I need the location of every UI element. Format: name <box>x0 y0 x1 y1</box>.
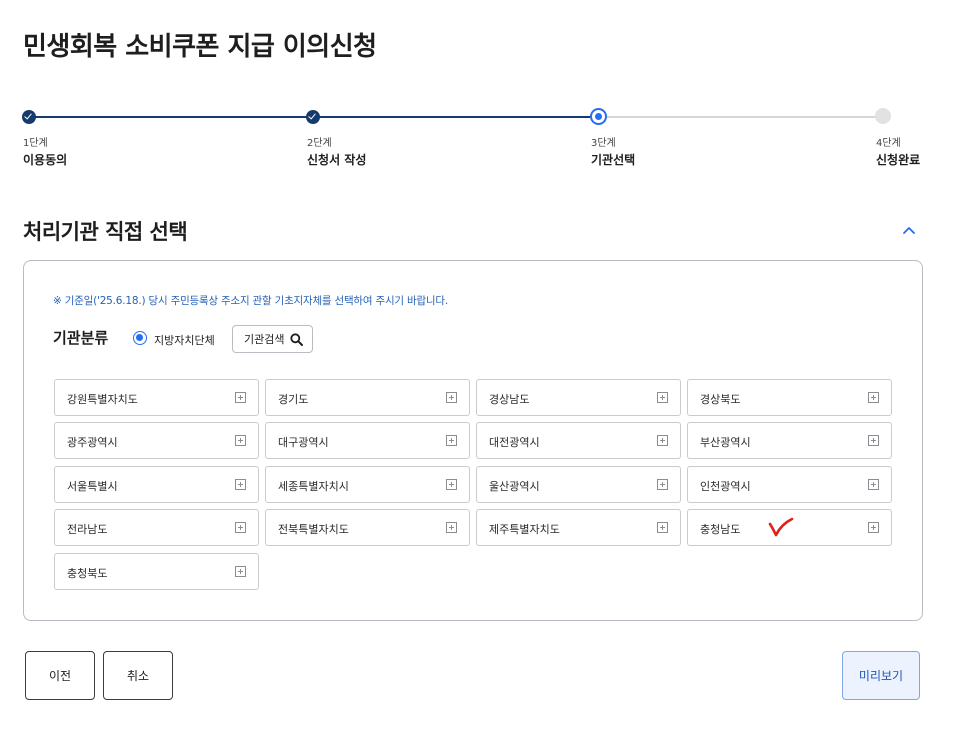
region-item[interactable]: 부산광역시 <box>687 422 892 459</box>
section-title: 처리기관 직접 선택 <box>23 220 188 244</box>
plus-icon <box>235 566 246 577</box>
region-item[interactable]: 세종특별자치시 <box>265 466 470 503</box>
search-button-label: 기관검색 <box>244 333 285 346</box>
region-name: 울산광역시 <box>489 480 540 493</box>
plus-icon <box>446 392 457 403</box>
step-4-name: 신청완료 <box>876 153 921 167</box>
region-item[interactable]: 전북특별자치도 <box>265 509 470 546</box>
plus-icon <box>446 522 457 533</box>
step-3-current-icon <box>590 108 607 125</box>
step-1-name: 이용동의 <box>23 153 68 167</box>
region-name: 충청북도 <box>67 567 108 580</box>
region-name: 제주특별자치도 <box>489 523 560 536</box>
step-3-number: 3단계 <box>591 138 616 149</box>
chevron-up-icon[interactable] <box>900 222 918 240</box>
step-line <box>313 116 598 118</box>
region-name: 경상남도 <box>489 393 530 406</box>
plus-icon <box>868 479 879 490</box>
plus-icon <box>868 392 879 403</box>
region-name: 전북특별자치도 <box>278 523 349 536</box>
step-4-pending-icon <box>875 108 891 124</box>
plus-icon <box>657 435 668 446</box>
region-name: 충청남도 <box>700 523 741 536</box>
region-item[interactable]: 충청북도 <box>54 553 259 590</box>
region-name: 대구광역시 <box>278 436 329 449</box>
prev-button[interactable]: 이전 <box>25 651 95 700</box>
region-name: 인천광역시 <box>700 480 751 493</box>
region-name: 경상북도 <box>700 393 741 406</box>
region-name: 전라남도 <box>67 523 108 536</box>
plus-icon <box>868 522 879 533</box>
step-1-number: 1단계 <box>23 138 48 149</box>
preview-button[interactable]: 미리보기 <box>842 651 920 700</box>
region-name: 대전광역시 <box>489 436 540 449</box>
region-item[interactable]: 대구광역시 <box>265 422 470 459</box>
step-4-number: 4단계 <box>876 138 901 149</box>
region-item[interactable]: 광주광역시 <box>54 422 259 459</box>
step-2-number: 2단계 <box>307 138 332 149</box>
region-item[interactable]: 경상남도 <box>476 379 681 416</box>
region-name: 광주광역시 <box>67 436 118 449</box>
region-item[interactable]: 경상북도 <box>687 379 892 416</box>
plus-icon <box>657 479 668 490</box>
cancel-button[interactable]: 취소 <box>103 651 173 700</box>
region-item[interactable]: 인천광역시 <box>687 466 892 503</box>
search-icon <box>290 332 304 346</box>
stepper: 1단계 이용동의 2단계 신청서 작성 3단계 기관선택 4단계 신청완료 <box>0 0 963 180</box>
radio-label[interactable]: 지방자치단체 <box>154 332 215 348</box>
agency-select-panel: ※ 기준일('25.6.18.) 당시 주민등록상 주소지 관할 기초지자체를 … <box>23 260 923 621</box>
region-name: 서울특별시 <box>67 480 118 493</box>
notice-text: ※ 기준일('25.6.18.) 당시 주민등록상 주소지 관할 기초지자체를 … <box>53 295 448 307</box>
region-name: 경기도 <box>278 393 309 406</box>
plus-icon <box>446 479 457 490</box>
plus-icon <box>235 479 246 490</box>
step-2-check-icon <box>306 110 320 124</box>
region-item[interactable]: 제주특별자치도 <box>476 509 681 546</box>
step-1-check-icon <box>22 110 36 124</box>
plus-icon <box>446 435 457 446</box>
step-line <box>29 116 313 118</box>
radio-local-government[interactable] <box>133 331 147 345</box>
region-item[interactable]: 울산광역시 <box>476 466 681 503</box>
category-label: 기관분류 <box>53 329 109 347</box>
region-item[interactable]: 경기도 <box>265 379 470 416</box>
plus-icon <box>657 392 668 403</box>
handwritten-check-mark-icon <box>768 517 794 537</box>
region-item[interactable]: 대전광역시 <box>476 422 681 459</box>
step-3-name: 기관선택 <box>591 153 636 167</box>
step-line <box>598 116 883 118</box>
plus-icon <box>235 435 246 446</box>
agency-search-button[interactable]: 기관검색 <box>232 325 313 353</box>
region-name: 부산광역시 <box>700 436 751 449</box>
region-item[interactable]: 전라남도 <box>54 509 259 546</box>
plus-icon <box>657 522 668 533</box>
plus-icon <box>235 392 246 403</box>
plus-icon <box>868 435 879 446</box>
plus-icon <box>235 522 246 533</box>
step-2-name: 신청서 작성 <box>307 153 367 167</box>
region-item[interactable]: 강원특별자치도 <box>54 379 259 416</box>
region-name: 강원특별자치도 <box>67 393 138 406</box>
region-item[interactable]: 서울특별시 <box>54 466 259 503</box>
region-name: 세종특별자치시 <box>278 480 349 493</box>
